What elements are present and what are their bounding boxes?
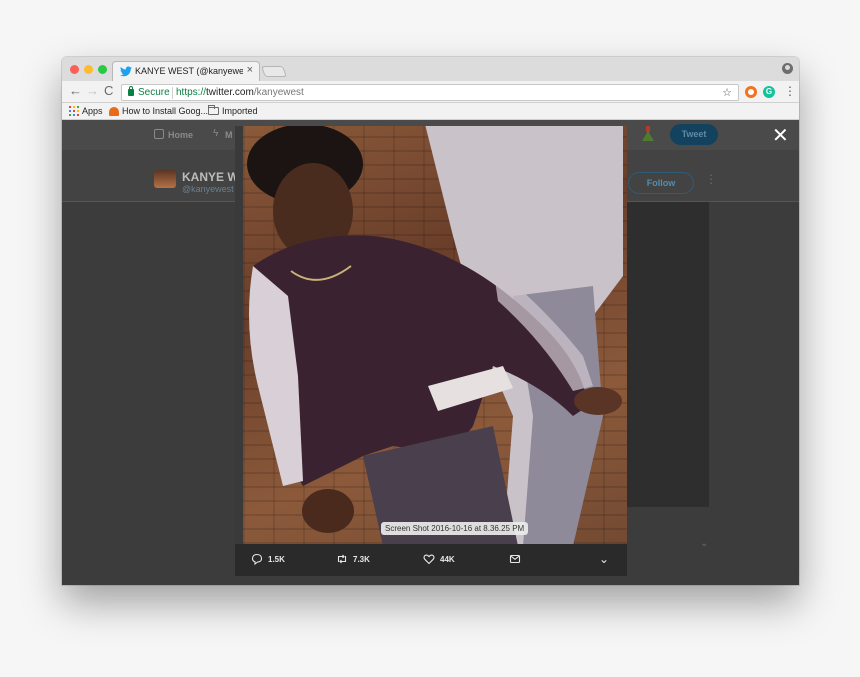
url-path: /kanyewest [253, 87, 304, 98]
moments-icon: ϟ [213, 128, 219, 139]
browser-toolbar: ← → C Secure https://twitter.com/kanyewe… [62, 81, 799, 103]
nav-home[interactable]: Home [168, 130, 193, 140]
forward-arrow-icon[interactable]: → [86, 84, 99, 98]
url-host: twitter.com [206, 87, 254, 98]
bookmark-imported[interactable]: Imported [222, 106, 258, 116]
more-chevron-icon[interactable]: ⌄ [599, 552, 609, 566]
tab-close-icon[interactable]: × [247, 64, 253, 76]
tab-twitter[interactable]: KANYE WEST (@kanyewest) | T × [112, 61, 260, 81]
home-icon [154, 129, 164, 139]
back-arrow-icon[interactable]: ← [69, 84, 82, 98]
reply-count: 1.5K [268, 555, 285, 564]
retweet-icon[interactable] [336, 553, 348, 565]
profile-icon[interactable] [782, 63, 793, 74]
reload-icon[interactable]: C [104, 84, 113, 98]
direct-message-icon[interactable] [509, 553, 521, 565]
extension-orange-icon[interactable] [745, 86, 757, 98]
maximize-window-button[interactable] [98, 65, 107, 74]
profile-avatar[interactable] [154, 170, 176, 188]
browser-window: KANYE WEST (@kanyewest) | T × ← → C Secu… [62, 57, 799, 585]
reply-icon[interactable] [251, 553, 263, 565]
twitter-bird-icon [120, 66, 132, 77]
secure-label: Secure [138, 87, 170, 98]
tweet-chevron-icon[interactable]: ⌄ [700, 538, 708, 549]
tab-title: KANYE WEST (@kanyewest) | T [135, 66, 243, 76]
like-heart-icon[interactable] [423, 553, 435, 565]
apps-grid-icon[interactable] [69, 106, 79, 116]
address-bar[interactable]: Secure https://twitter.com/kanyewest ☆ [121, 84, 739, 101]
bookmark-how-to-install[interactable]: How to Install Goog... [122, 106, 208, 116]
url-divider [172, 87, 173, 99]
tweet-button[interactable]: Tweet [670, 124, 718, 145]
tweet-photo[interactable]: Screen Shot 2016-10-16 at 8.36.25 PM [243, 126, 627, 544]
bookmark-star-icon[interactable]: ☆ [722, 86, 732, 99]
bookmarks-bar: Apps How to Install Goog... Imported [62, 103, 799, 120]
close-window-button[interactable] [70, 65, 79, 74]
user-avatar-icon[interactable] [640, 126, 656, 142]
profile-handle: @kanyewest [182, 184, 234, 194]
like-count: 44K [440, 555, 455, 564]
tweet-actions-bar: 1.5K 7.3K 44K ⌄ [235, 544, 627, 576]
tab-strip: KANYE WEST (@kanyewest) | T × [62, 57, 799, 81]
twitter-page: Home ϟ M Tweet KANYE W @kanyewest Follow… [62, 120, 799, 585]
photo-caption: Screen Shot 2016-10-16 at 8.36.25 PM [381, 522, 529, 535]
grammarly-extension-icon[interactable]: G [763, 86, 775, 98]
url-text[interactable]: https://twitter.com/kanyewest [176, 87, 304, 98]
bookmark-apps[interactable]: Apps [82, 106, 103, 116]
hat-icon [109, 107, 119, 116]
lock-icon [128, 86, 134, 96]
media-lightbox: Screen Shot 2016-10-16 at 8.36.25 PM 1.5… [235, 126, 627, 576]
folder-icon [208, 105, 219, 115]
profile-name: KANYE W [182, 170, 239, 184]
follow-button[interactable]: Follow [628, 172, 694, 194]
new-tab-button[interactable] [260, 66, 288, 77]
url-scheme: https:// [176, 87, 207, 98]
photo-main-figure [247, 126, 622, 544]
more-options-icon[interactable]: ⋮ [705, 172, 717, 186]
minimize-window-button[interactable] [84, 65, 93, 74]
retweet-count: 7.3K [353, 555, 370, 564]
timeline-media-peek [626, 202, 709, 507]
browser-menu-icon[interactable]: ⋮ [784, 84, 796, 98]
nav-moments[interactable]: M [225, 130, 233, 140]
lightbox-close-icon[interactable]: ✕ [772, 126, 789, 146]
